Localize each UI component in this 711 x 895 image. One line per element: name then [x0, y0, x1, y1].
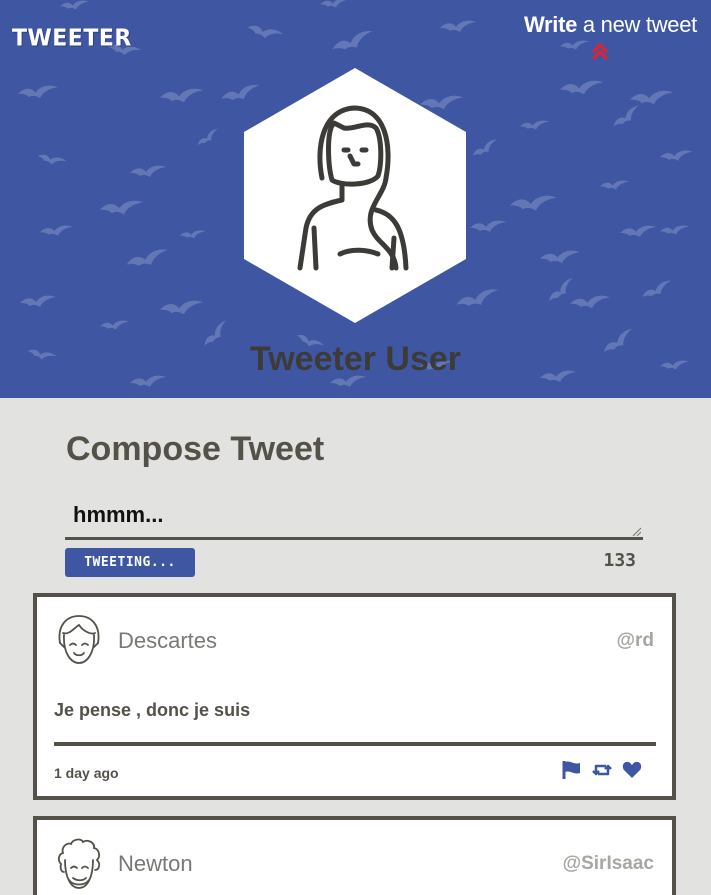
double-chevron-up-icon[interactable] — [588, 40, 612, 64]
tweet-timestamp: 1 day ago — [54, 765, 119, 781]
tweet-card: Descartes @rd Je pense , donc je suis 1 … — [33, 593, 676, 800]
tweet-author-name: Newton — [118, 851, 193, 876]
write-link-bold: Write — [523, 12, 578, 37]
tweet-actions — [562, 760, 642, 780]
resize-handle-icon[interactable] — [631, 526, 641, 536]
tweet-author-handle: @SirIsaac — [562, 853, 654, 874]
tweet-submit-button[interactable]: TWEETING... — [65, 548, 195, 577]
write-link-rest: a new tweet — [577, 12, 697, 37]
compose-title: Compose Tweet — [66, 430, 325, 468]
girl-avatar-icon — [58, 615, 100, 664]
profile-avatar — [244, 68, 466, 323]
tweet-text: Je pense , donc je suis — [54, 700, 251, 720]
profile-user-name: Tweeter User — [249, 340, 462, 378]
tweet-divider — [54, 742, 656, 746]
write-new-tweet-link[interactable]: Write a new tweet — [524, 12, 697, 38]
flag-icon[interactable] — [562, 760, 582, 780]
retweet-icon[interactable] — [592, 760, 612, 780]
character-counter: 133 — [603, 550, 636, 571]
heart-icon[interactable] — [622, 760, 642, 780]
tweet-card: Newton @SirIsaac — [33, 816, 676, 895]
curly-hair-avatar-icon — [57, 838, 101, 889]
tweet-input[interactable] — [65, 496, 643, 540]
tweet-author-name: Descartes — [118, 628, 218, 653]
app-logo[interactable]: TWEETER — [12, 25, 132, 51]
tweet-author-handle: @rd — [616, 630, 654, 651]
profile-header: TWEETER Write a new tweet Tweeter User — [0, 0, 711, 398]
